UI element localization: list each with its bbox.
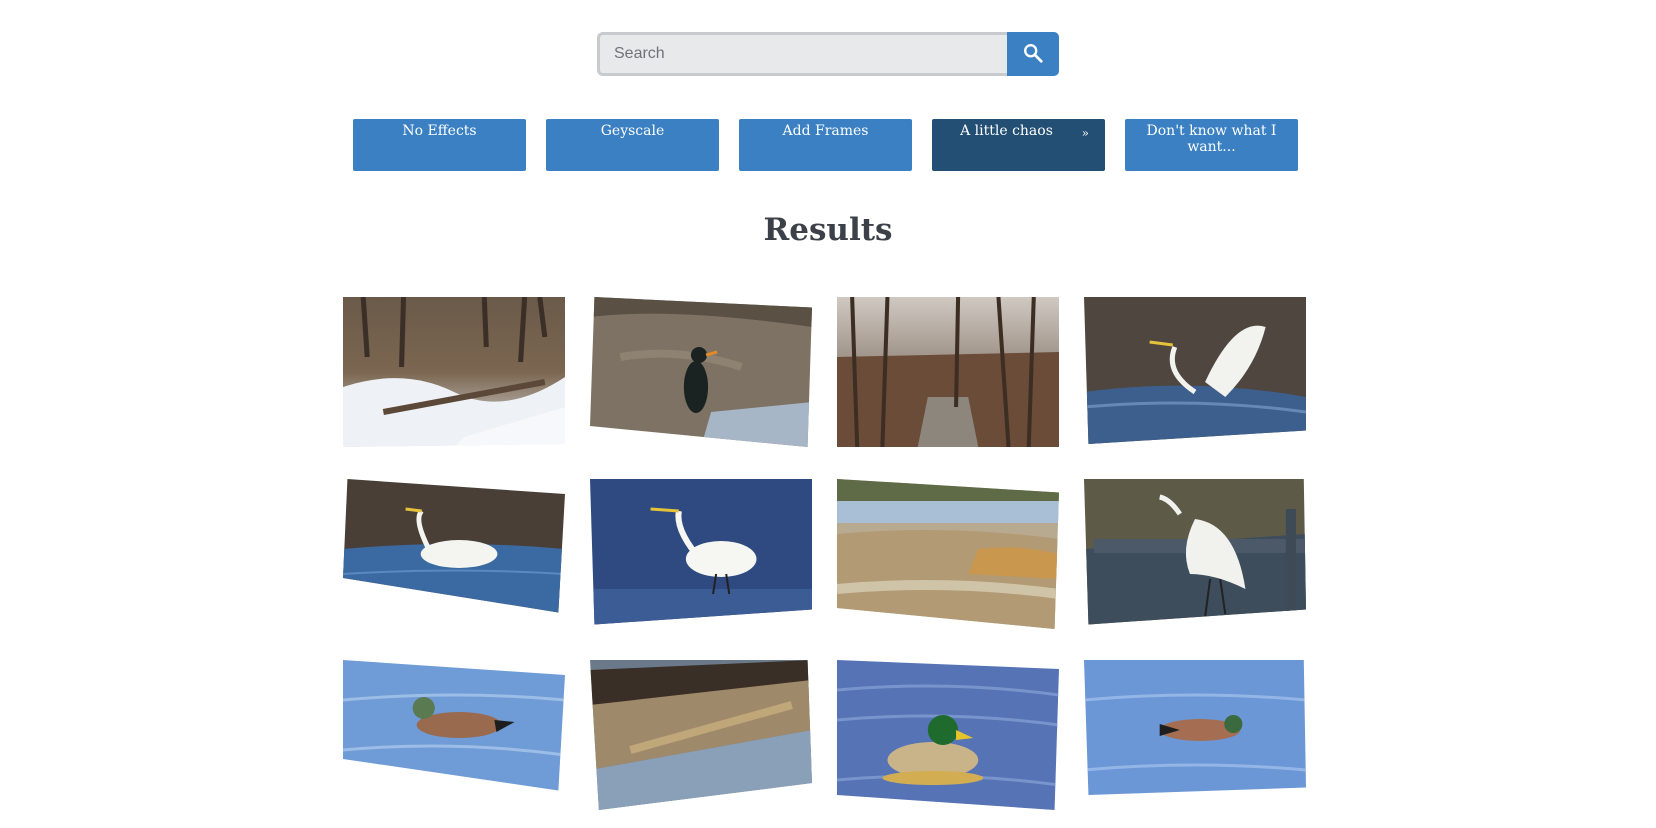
search-input[interactable] [597,32,1007,76]
add-frames-label: Add Frames [782,123,869,139]
greyscale-button[interactable]: Geyscale [546,119,719,171]
result-image[interactable] [1084,660,1306,795]
search-icon [1022,42,1044,67]
no-effects-label: No Effects [402,123,477,139]
result-image[interactable] [590,660,812,810]
result-image[interactable] [1084,479,1306,625]
result-image[interactable] [837,660,1059,810]
effects-toolbar: No Effects Geyscale Add Frames A little … [353,119,1298,171]
results-title: Results [763,212,893,248]
search-button[interactable] [1007,32,1059,76]
dont-know-button[interactable]: Don't know what I want... [1125,119,1298,171]
chevron-right-icon: » [1081,126,1089,140]
a-little-chaos-label: A little chaos [960,123,1053,139]
result-image[interactable] [837,479,1059,629]
search-bar [597,32,1059,76]
result-image[interactable] [343,297,565,447]
result-image[interactable] [343,660,565,791]
no-effects-button[interactable]: No Effects [353,119,526,171]
result-image[interactable] [343,479,565,613]
result-image[interactable] [837,297,1059,447]
greyscale-label: Geyscale [600,123,665,139]
dont-know-label: Don't know what I want... [1146,123,1277,155]
result-image[interactable] [590,297,812,447]
add-frames-button[interactable]: Add Frames [739,119,912,171]
result-image[interactable] [1084,297,1306,444]
result-image[interactable] [590,479,812,625]
a-little-chaos-button[interactable]: A little chaos » [932,119,1105,171]
